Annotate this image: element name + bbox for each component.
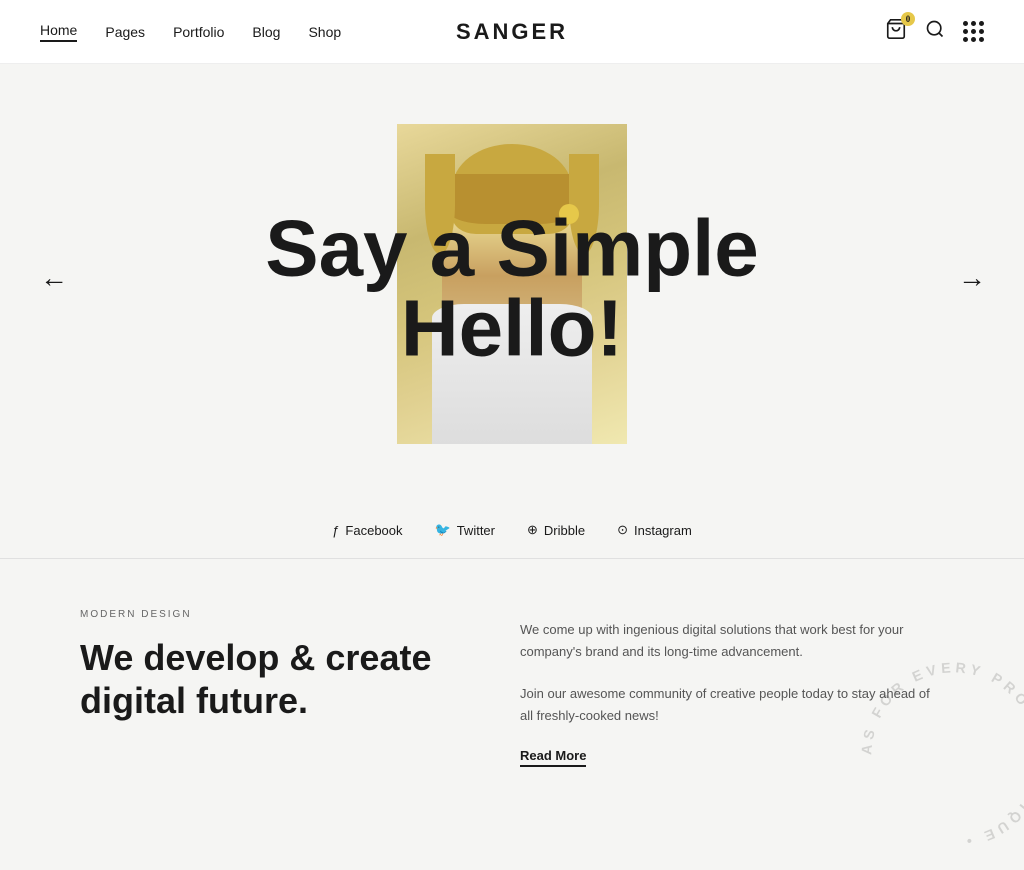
- section-heading: We develop & create digital future.: [80, 636, 460, 722]
- facebook-icon: ƒ: [332, 523, 339, 538]
- social-instagram[interactable]: ⊙ Instagram: [617, 522, 692, 538]
- social-facebook[interactable]: ƒ Facebook: [332, 523, 402, 538]
- grid-menu-icon[interactable]: [963, 21, 984, 42]
- search-icon[interactable]: [925, 19, 945, 44]
- social-links-bar: ƒ Facebook 🐦 Twitter ⊕ Dribble ⊙ Instagr…: [0, 494, 1024, 558]
- cart-badge: 0: [901, 12, 915, 26]
- nav-link-pages[interactable]: Pages: [105, 24, 145, 40]
- read-more-link[interactable]: Read More: [520, 748, 586, 767]
- hero-prev-button[interactable]: ←: [40, 263, 66, 295]
- svg-text:AS FOR EVERY PROJECT. UNIQUE •: AS FOR EVERY PROJECT. UNIQUE •: [859, 661, 1024, 850]
- nav-link-home[interactable]: Home: [40, 22, 77, 42]
- site-logo[interactable]: SANGER: [456, 19, 568, 45]
- nav-actions: 0: [885, 18, 984, 45]
- social-dribble[interactable]: ⊕ Dribble: [527, 522, 585, 538]
- nav-link-shop[interactable]: Shop: [308, 24, 341, 40]
- cart-icon[interactable]: 0: [885, 18, 907, 45]
- lower-left-content: MODERN DESIGN We develop & create digita…: [80, 609, 460, 765]
- yellow-badge-decoration: [559, 204, 579, 224]
- dribble-icon: ⊕: [527, 522, 538, 538]
- section-label: MODERN DESIGN: [80, 609, 460, 620]
- hero-section: Say a Simple Hello! ← →: [0, 64, 1024, 494]
- instagram-icon: ⊙: [617, 522, 628, 538]
- twitter-icon: 🐦: [435, 522, 451, 538]
- hero-image: [397, 124, 627, 444]
- circular-watermark: AS FOR EVERY PROJECT. UNIQUE •: [844, 645, 1024, 865]
- navbar: Home Pages Portfolio Blog Shop SANGER 0: [0, 0, 1024, 64]
- nav-link-portfolio[interactable]: Portfolio: [173, 24, 224, 40]
- nav-link-blog[interactable]: Blog: [252, 24, 280, 40]
- lower-section: MODERN DESIGN We develop & create digita…: [0, 559, 1024, 805]
- hero-next-button[interactable]: →: [958, 263, 984, 295]
- nav-links: Home Pages Portfolio Blog Shop: [40, 22, 341, 42]
- social-twitter[interactable]: 🐦 Twitter: [435, 522, 495, 538]
